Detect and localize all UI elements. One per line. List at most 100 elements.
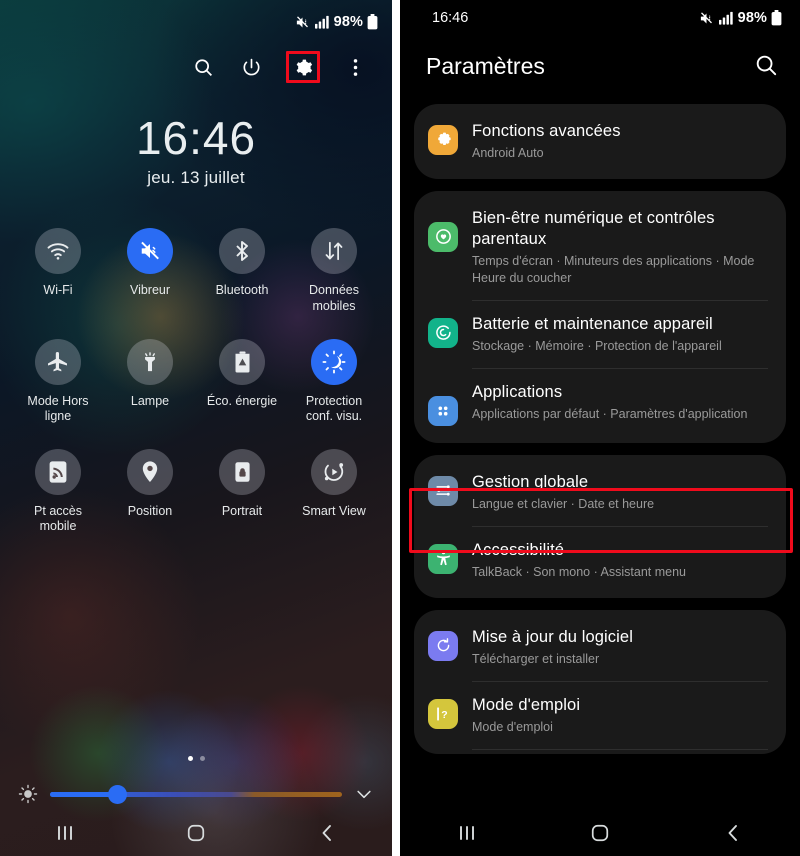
settings-row-subtitle: Mode d'emploi <box>472 720 553 734</box>
quick-settings-grid: Wi-Fi Vibreur Bluetooth Données mobiles … <box>0 228 392 535</box>
settings-row-subtitle: Stockage · Mémoire · Protection de l'app… <box>472 339 722 354</box>
signal-bars-icon <box>718 11 734 25</box>
settings-row-general-management[interactable]: Gestion globale Langue et clavier · Date… <box>414 459 786 526</box>
settings-card: Mise à jour du logiciel Télécharger et i… <box>414 609 786 754</box>
qs-tile-airplane-mode[interactable]: Mode Hors ligne <box>12 338 104 425</box>
qs-tile-label: Wi-Fi <box>43 283 73 298</box>
qs-tile-mobile-data[interactable]: Données mobiles <box>288 228 380 314</box>
quick-settings-panel: 98% 16:46 jeu. 13 juillet Wi-Fi Vibreur … <box>0 0 392 856</box>
qs-tile-label: Portrait <box>221 503 263 518</box>
qs-tile-power-saving[interactable]: Éco. énergie <box>196 338 288 425</box>
settings-row-text: Accessibilité TalkBack · Son mono · Assi… <box>472 540 768 581</box>
qs-tile-label: Position <box>127 503 173 518</box>
search-icon[interactable] <box>754 53 780 79</box>
page-title: Paramètres <box>426 52 545 79</box>
clock-date: jeu. 13 juillet <box>147 168 245 188</box>
qs-tile-vibrate[interactable]: Vibreur <box>104 228 196 314</box>
mute-vibrate-icon <box>698 11 715 26</box>
settings-row-software-update[interactable]: Mise à jour du logiciel Télécharger et i… <box>414 614 786 681</box>
settings-row-title: Fonctions avancées <box>472 122 621 140</box>
page-dot-active[interactable] <box>187 756 193 761</box>
settings-row-subtitle: Temps d'écran · Minuteurs des applicatio… <box>472 254 755 286</box>
chevron-down-icon[interactable] <box>354 784 374 804</box>
apps-icon <box>428 395 458 426</box>
general-management-icon <box>428 475 458 506</box>
hotspot-icon <box>35 448 81 495</box>
settings-row-subtitle: TalkBack · Son mono · Assistant menu <box>472 565 686 580</box>
brightness-slider-row <box>0 784 392 804</box>
settings-status-bar: 16:46 98% <box>400 0 800 36</box>
smart-view-icon <box>311 448 357 495</box>
settings-row-accessibility[interactable]: Accessibilité TalkBack · Son mono · Assi… <box>414 527 786 594</box>
battery-icon <box>771 10 782 26</box>
recents-icon[interactable] <box>40 816 90 850</box>
bluetooth-icon <box>219 228 265 275</box>
qs-tile-location[interactable]: Position <box>104 448 196 535</box>
settings-row-text: Mode d'emploi Mode d'emploi <box>472 695 768 736</box>
status-bar-time: 16:46 <box>432 10 469 26</box>
wifi-icon <box>35 228 81 275</box>
qs-tile-smart-view[interactable]: Smart View <box>288 448 380 535</box>
accessibility-icon <box>428 543 458 574</box>
clock-time: 16:46 <box>135 112 257 164</box>
qs-tile-flashlight[interactable]: Lampe <box>104 338 196 425</box>
search-icon[interactable] <box>190 54 216 80</box>
settings-list[interactable]: Fonctions avancées Android Auto Bien-êtr… <box>400 96 800 754</box>
settings-header: Paramètres <box>400 36 800 96</box>
settings-row-text: Fonctions avancées Android Auto <box>472 121 768 162</box>
brightness-icon <box>18 784 38 804</box>
qs-tile-bluetooth[interactable]: Bluetooth <box>196 228 288 314</box>
qs-tile-wifi[interactable]: Wi-Fi <box>12 228 104 314</box>
settings-row-title: Mode d'emploi <box>472 695 581 714</box>
eye-comfort-icon <box>311 338 357 385</box>
battery-percentage: 98% <box>737 10 767 26</box>
qs-tile-label: Protection conf. visu. <box>305 393 363 424</box>
home-icon[interactable] <box>171 816 221 850</box>
brightness-slider-thumb[interactable] <box>108 784 128 804</box>
software-update-icon <box>428 630 458 661</box>
qs-status-bar: 98% <box>0 0 392 44</box>
settings-card: Bien-être numérique et contrôles parenta… <box>414 190 786 443</box>
settings-row-title: Batterie et maintenance appareil <box>472 314 713 333</box>
qs-tile-label: Mode Hors ligne <box>27 393 89 424</box>
qs-tile-label: Lampe <box>130 393 170 408</box>
back-icon[interactable] <box>302 816 352 850</box>
flashlight-icon <box>127 338 173 385</box>
qs-tile-label: Données mobiles <box>308 283 360 313</box>
settings-navigation-bar <box>400 810 800 856</box>
mute-vibrate-icon <box>294 15 311 30</box>
settings-row-applications[interactable]: Applications Applications par défaut · P… <box>414 369 786 439</box>
settings-row-title: Gestion globale <box>472 472 589 491</box>
more-vertical-icon[interactable] <box>342 54 368 80</box>
qs-tile-hotspot[interactable]: Pt accès mobile <box>12 448 104 535</box>
qs-tile-label: Pt accès mobile <box>34 503 82 534</box>
rotation-lock-icon <box>219 448 265 495</box>
qs-tile-rotation-lock[interactable]: Portrait <box>196 448 288 535</box>
settings-row-subtitle: Télécharger et installer <box>472 652 600 667</box>
qs-tile-eye-comfort[interactable]: Protection conf. visu. <box>288 338 380 425</box>
settings-row-title: Mise à jour du logiciel <box>472 627 633 646</box>
qs-toolbar <box>0 44 392 90</box>
home-icon[interactable] <box>575 816 625 850</box>
qs-tile-label: Bluetooth <box>215 283 269 298</box>
settings-row-advanced-features[interactable]: Fonctions avancées Android Auto <box>414 108 786 175</box>
recents-icon[interactable] <box>442 816 492 850</box>
settings-row-device-care[interactable]: Batterie et maintenance appareil Stockag… <box>414 301 786 368</box>
advanced-features-icon <box>428 125 458 155</box>
power-icon[interactable] <box>238 54 264 80</box>
page-dot[interactable] <box>199 756 205 761</box>
settings-card: Fonctions avancées Android Auto <box>414 104 786 179</box>
settings-row-digital-wellbeing[interactable]: Bien-être numérique et contrôles parenta… <box>414 195 786 300</box>
gear-icon[interactable] <box>286 51 320 83</box>
settings-row-text: Mise à jour du logiciel Télécharger et i… <box>472 627 768 668</box>
back-icon[interactable] <box>708 816 758 850</box>
brightness-slider[interactable] <box>50 784 342 804</box>
lock-clock: 16:46 jeu. 13 juillet <box>0 114 392 188</box>
settings-row-title: Applications <box>472 382 563 401</box>
settings-row-subtitle: Langue et clavier · Date et heure <box>472 497 655 512</box>
settings-row-user-manual[interactable]: ? Mode d'emploi Mode d'emploi <box>414 682 786 749</box>
qs-tile-label: Éco. énergie <box>206 393 278 408</box>
qs-navigation-bar <box>0 810 392 856</box>
settings-row-text: Bien-être numérique et contrôles parenta… <box>472 208 768 287</box>
device-care-icon <box>428 317 458 348</box>
